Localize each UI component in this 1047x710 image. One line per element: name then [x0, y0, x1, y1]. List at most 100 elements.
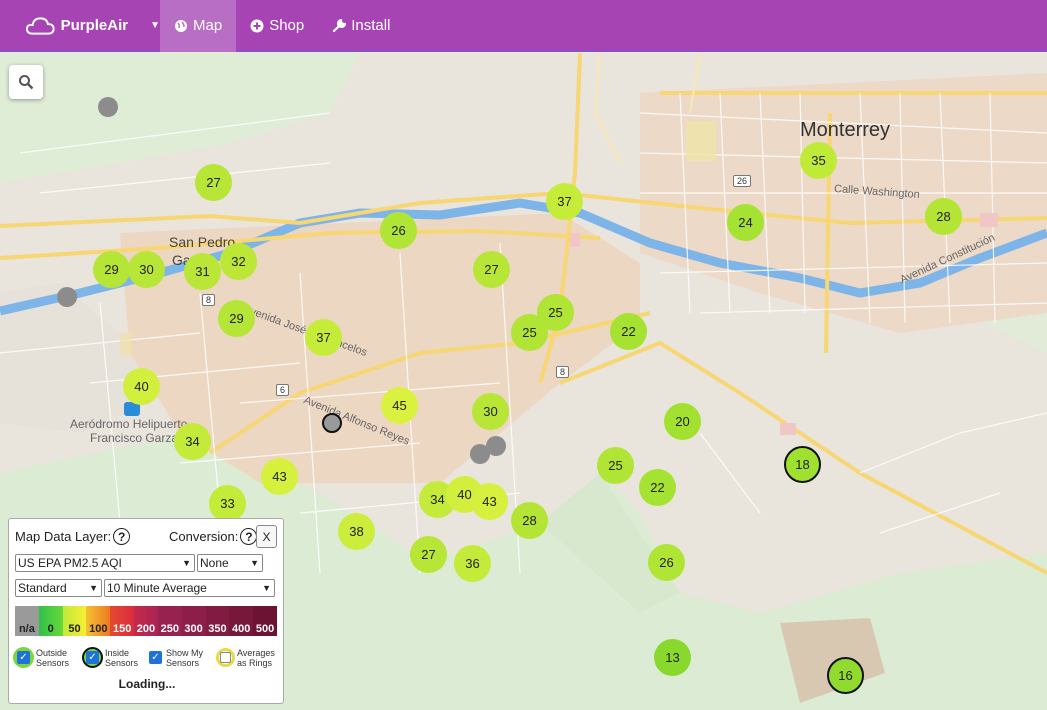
sensor-marker[interactable]: 26	[648, 544, 685, 581]
sensor-marker[interactable]: 37	[305, 319, 342, 356]
sensor-marker[interactable]: 37	[546, 183, 583, 220]
road-shield: 8	[556, 366, 570, 378]
road-shield: 8	[202, 294, 216, 306]
scale-label: n/a	[15, 606, 39, 636]
sensor-marker[interactable]: 20	[664, 403, 701, 440]
checkbox-unchecked-icon[interactable]	[220, 652, 231, 663]
scale-label: 250	[157, 606, 182, 636]
nav-shop[interactable]: Shop	[236, 0, 318, 52]
sensor-marker[interactable]: 29	[93, 251, 130, 288]
rings-ring-icon	[216, 648, 235, 667]
outside-sensors-label: Outside Sensors	[36, 647, 70, 668]
conversion-label: Conversion:	[169, 529, 239, 544]
label-monterrey: Monterrey	[800, 119, 891, 141]
conversion-value: None	[200, 556, 229, 570]
sensor-marker-offline[interactable]	[470, 444, 490, 464]
scale-label: 150	[110, 606, 135, 636]
map-search-button[interactable]	[9, 65, 43, 99]
average-select[interactable]: 10 Minute Average ▼	[104, 579, 275, 597]
sensor-marker[interactable]: 31	[184, 253, 221, 290]
sensor-marker[interactable]: 26	[380, 212, 417, 249]
sensor-marker[interactable]: 40	[123, 368, 160, 405]
sensor-marker[interactable]: 27	[473, 251, 510, 288]
chevron-down-icon: ▼	[89, 583, 98, 593]
sensor-marker[interactable]: 28	[511, 502, 548, 539]
outside-ring-icon: ✓	[13, 647, 34, 668]
sensor-marker-inside[interactable]: 16	[827, 657, 864, 694]
show-my-sensors-toggle[interactable]: ✓ Show My Sensors	[149, 647, 210, 668]
sensor-marker[interactable]: 27	[195, 164, 232, 201]
style-select[interactable]: Standard ▼	[15, 579, 102, 597]
nav-install[interactable]: Install	[318, 0, 404, 52]
chevron-down-icon: ▼	[262, 583, 271, 593]
plus-circle-icon	[250, 19, 264, 32]
nav-map-label: Map	[193, 17, 223, 34]
averages-as-rings-toggle[interactable]: Averages as Rings	[216, 647, 283, 668]
map-layer-label: Map Data Layer:	[15, 529, 112, 544]
loading-status: Loading...	[118, 677, 176, 691]
scale-label: 100	[86, 606, 111, 636]
checkbox-checked-icon[interactable]: ✓	[149, 651, 162, 664]
sensor-marker[interactable]: 43	[471, 483, 508, 520]
sensor-marker-offline[interactable]	[57, 287, 77, 307]
nav-shop-label: Shop	[269, 17, 305, 34]
inside-sensors-toggle[interactable]: ✓ Inside Sensors	[82, 647, 143, 668]
style-value: Standard	[18, 581, 67, 595]
wrench-icon	[333, 18, 347, 32]
checkbox-checked-icon[interactable]: ✓	[17, 651, 30, 664]
sensor-marker[interactable]: 36	[454, 545, 491, 582]
search-icon	[19, 75, 34, 90]
sensor-toggles: ✓ Outside Sensors ✓ Inside Sensors ✓ Sho…	[13, 647, 281, 668]
sensor-marker[interactable]: 30	[472, 393, 509, 430]
brand[interactable]: PurpleAir ▼	[0, 0, 160, 52]
help-icon[interactable]: ?	[240, 528, 258, 545]
road-shield: 26	[733, 175, 752, 187]
sensor-marker-offline-inside[interactable]	[322, 413, 342, 433]
sensor-marker[interactable]: 43	[261, 458, 298, 495]
sensor-marker[interactable]: 24	[727, 204, 764, 241]
label-francisco-garza: Francisco Garza	[90, 431, 179, 445]
close-panel-button[interactable]: X	[256, 525, 277, 548]
nav-install-label: Install	[351, 17, 391, 34]
inside-sensors-label: Inside Sensors	[105, 647, 139, 668]
sensor-marker[interactable]: 38	[338, 513, 375, 550]
map-layer-row: Map Data Layer: ?	[15, 528, 131, 545]
sensor-marker[interactable]: 45	[381, 387, 418, 424]
sensor-marker[interactable]: 22	[639, 469, 676, 506]
road-shield: 6	[276, 384, 290, 396]
scale-label: 350	[205, 606, 230, 636]
show-my-sensors-label: Show My Sensors	[166, 647, 204, 668]
checkbox-checked-icon[interactable]: ✓	[86, 651, 99, 664]
sensor-marker[interactable]: 27	[410, 536, 447, 573]
sensor-marker[interactable]: 25	[597, 447, 634, 484]
sensor-marker[interactable]: 22	[610, 313, 647, 350]
sensor-marker[interactable]: 28	[925, 198, 962, 235]
scale-label: 200	[134, 606, 158, 636]
chevron-down-icon[interactable]: ▼	[150, 20, 160, 31]
conversion-row: Conversion: ?	[169, 528, 258, 545]
map-layer-value: US EPA PM2.5 AQI	[18, 556, 122, 570]
help-icon[interactable]: ?	[113, 528, 131, 545]
sensor-marker-offline[interactable]	[98, 97, 118, 117]
sensor-marker[interactable]: 32	[220, 243, 257, 280]
averages-as-rings-label: Averages as Rings	[237, 647, 275, 668]
sensor-marker[interactable]: 29	[218, 300, 255, 337]
scale-label: 300	[181, 606, 206, 636]
scale-label: 500	[253, 606, 277, 636]
outside-sensors-toggle[interactable]: ✓ Outside Sensors	[13, 647, 76, 668]
sensor-marker[interactable]: 13	[654, 639, 691, 676]
sensor-marker[interactable]: 35	[800, 142, 837, 179]
inside-ring-icon: ✓	[82, 647, 103, 668]
scale-label: 400	[229, 606, 254, 636]
chevron-down-icon: ▼	[250, 558, 259, 568]
sensor-marker[interactable]: 30	[128, 251, 165, 288]
nav-map[interactable]: Map	[160, 0, 237, 52]
cloud-icon	[26, 16, 55, 35]
conversion-select[interactable]: None ▼	[197, 554, 263, 572]
sensor-marker[interactable]: 25	[511, 314, 548, 351]
sensor-marker[interactable]: 33	[209, 485, 246, 522]
map-layer-select[interactable]: US EPA PM2.5 AQI ▼	[15, 554, 195, 572]
sensor-marker[interactable]: 34	[174, 423, 211, 460]
average-value: 10 Minute Average	[107, 581, 207, 595]
sensor-marker-inside[interactable]: 18	[784, 446, 821, 483]
